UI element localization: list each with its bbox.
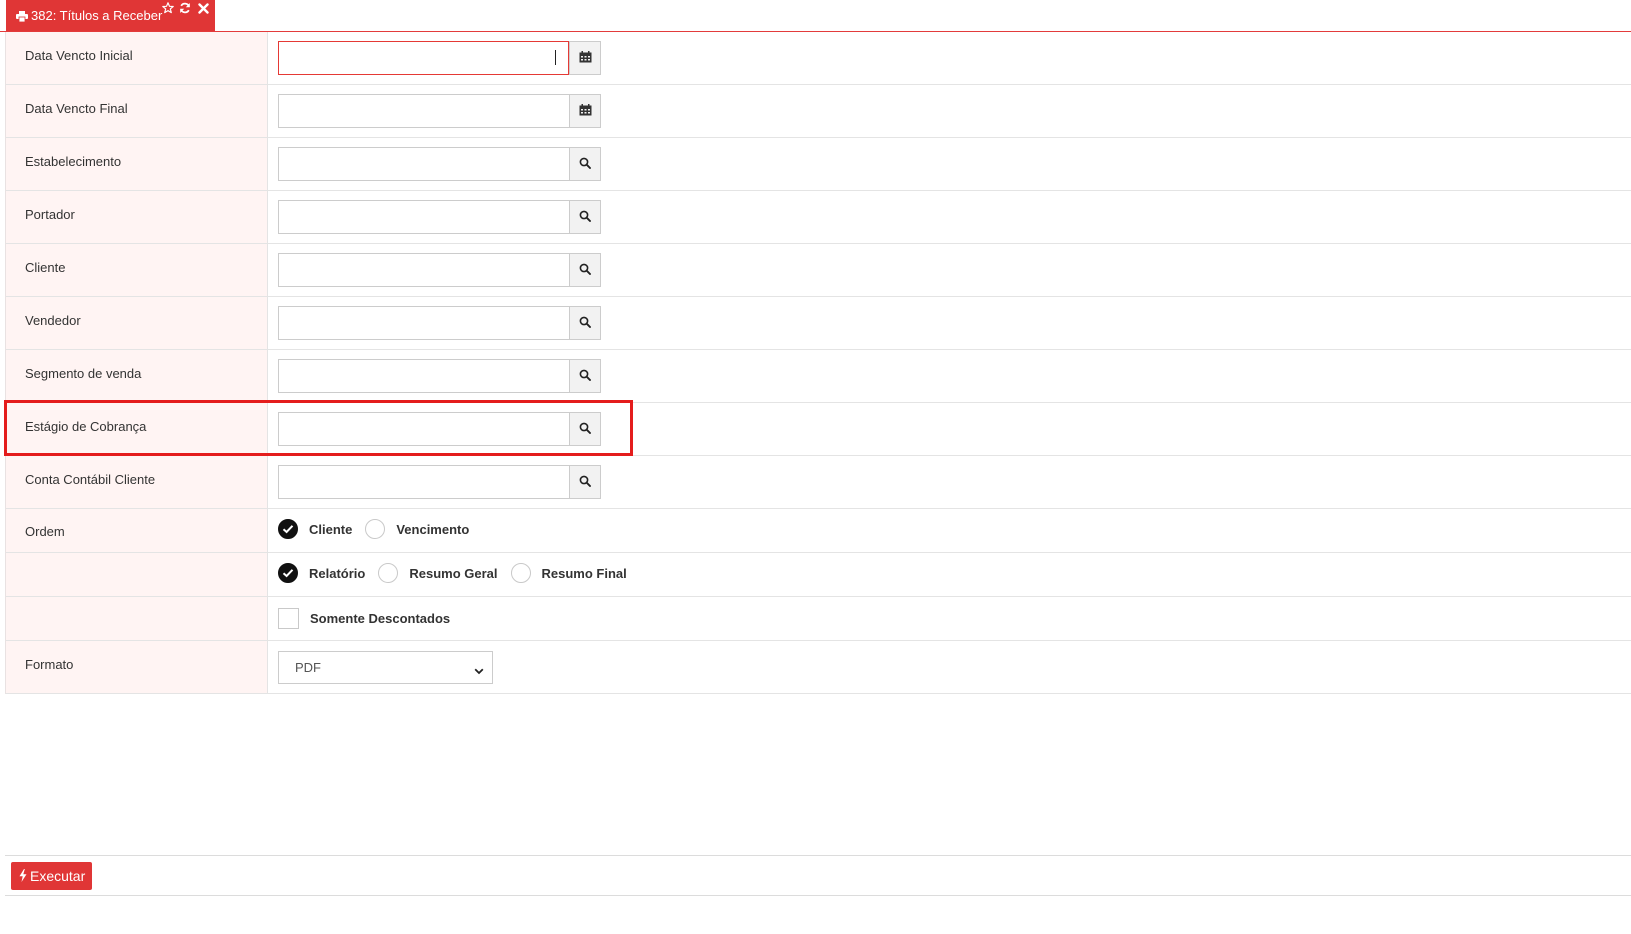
row-portador: Portador bbox=[6, 191, 1631, 244]
calendar-icon bbox=[579, 103, 592, 119]
search-button[interactable] bbox=[569, 465, 601, 499]
radio-relatorio[interactable] bbox=[278, 563, 298, 583]
tipo-radio-group: Relatório Resumo Geral Resumo Final bbox=[278, 562, 640, 584]
chevron-down-icon bbox=[474, 663, 484, 678]
row-cliente: Cliente bbox=[6, 244, 1631, 297]
radio-resumo-geral[interactable] bbox=[378, 563, 399, 583]
formato-selected-value: PDF bbox=[295, 660, 321, 675]
executar-button[interactable]: Executar bbox=[11, 862, 92, 890]
search-button[interactable] bbox=[569, 200, 601, 234]
portador-input[interactable] bbox=[278, 200, 569, 234]
search-icon bbox=[579, 157, 591, 172]
tab-bar: 382: Títulos a Receber bbox=[0, 0, 1631, 32]
ordem-label: Ordem bbox=[25, 524, 65, 539]
formato-select[interactable]: PDF bbox=[278, 651, 493, 684]
field-label: Conta Contábil Cliente bbox=[25, 472, 156, 487]
search-icon bbox=[579, 263, 591, 278]
calendar-button[interactable] bbox=[569, 94, 601, 128]
radio-relatorio-label[interactable]: Relatório bbox=[309, 566, 365, 581]
radio-resumo-final[interactable] bbox=[510, 563, 531, 583]
vendedor-input[interactable] bbox=[278, 306, 569, 340]
refresh-icon[interactable] bbox=[178, 1, 192, 15]
ordem-radio-group: Cliente Vencimento bbox=[278, 518, 482, 540]
bolt-icon bbox=[19, 869, 27, 885]
calendar-icon bbox=[579, 50, 592, 66]
row-formato: Formato PDF bbox=[6, 641, 1631, 694]
row-estabelecimento: Estabelecimento bbox=[6, 138, 1631, 191]
radio-resumo-final-label[interactable]: Resumo Final bbox=[542, 566, 627, 581]
segmento-de-venda-input[interactable] bbox=[278, 359, 569, 393]
field-label: Estabelecimento bbox=[25, 154, 122, 169]
field-label: Vendedor bbox=[25, 313, 81, 328]
row-segmento-de-venda: Segmento de venda bbox=[6, 350, 1631, 403]
search-icon bbox=[579, 369, 591, 384]
tab-titulos-a-receber[interactable]: 382: Títulos a Receber bbox=[6, 0, 215, 31]
search-icon bbox=[579, 316, 591, 331]
row-conta-contabil-cliente: Conta Contábil Cliente bbox=[6, 456, 1631, 509]
row-data-vencto-inicial: Data Vencto Inicial bbox=[6, 32, 1631, 85]
search-icon bbox=[579, 475, 591, 490]
search-icon bbox=[579, 210, 591, 225]
highlight-box bbox=[4, 400, 633, 456]
data-vencto-inicial-group bbox=[278, 41, 601, 75]
search-button[interactable] bbox=[569, 253, 601, 287]
search-button[interactable] bbox=[569, 359, 601, 393]
row-vendedor: Vendedor bbox=[6, 297, 1631, 350]
row-data-vencto-final: Data Vencto Final bbox=[6, 85, 1631, 138]
search-button[interactable] bbox=[569, 147, 601, 181]
print-icon bbox=[16, 10, 28, 25]
radio-ordem-vencimento[interactable] bbox=[365, 519, 386, 539]
filter-form: Data Vencto Inicial Data Vencto Final Es… bbox=[5, 32, 1631, 694]
radio-ordem-cliente-label[interactable]: Cliente bbox=[309, 522, 352, 537]
field-label: Portador bbox=[25, 207, 75, 222]
somente-descontados-label[interactable]: Somente Descontados bbox=[310, 611, 450, 626]
row-somente-descontados: Somente Descontados bbox=[6, 597, 1631, 641]
star-icon[interactable] bbox=[161, 1, 175, 15]
footer-bar: Executar bbox=[5, 855, 1631, 896]
text-caret bbox=[555, 50, 556, 65]
cliente-input[interactable] bbox=[278, 253, 569, 287]
field-label: Segmento de venda bbox=[25, 366, 142, 381]
calendar-button[interactable] bbox=[569, 41, 601, 75]
formato-label: Formato bbox=[25, 657, 74, 672]
executar-label: Executar bbox=[30, 868, 86, 884]
field-label: Data Vencto Inicial bbox=[25, 48, 133, 63]
field-label: Cliente bbox=[25, 260, 66, 275]
conta-contabil-cliente-input[interactable] bbox=[278, 465, 569, 499]
field-label: Data Vencto Final bbox=[25, 101, 128, 116]
row-ordem: Ordem Cliente Vencimento bbox=[6, 509, 1631, 553]
close-icon[interactable] bbox=[196, 1, 210, 15]
estabelecimento-input[interactable] bbox=[278, 147, 569, 181]
search-button[interactable] bbox=[569, 306, 601, 340]
radio-resumo-geral-label[interactable]: Resumo Geral bbox=[409, 566, 497, 581]
data-vencto-final-input[interactable] bbox=[278, 94, 569, 128]
radio-ordem-cliente[interactable] bbox=[278, 519, 298, 539]
somente-descontados-checkbox[interactable] bbox=[278, 607, 299, 629]
tab-title: 382: Títulos a Receber bbox=[31, 8, 163, 23]
row-tipo-relatorio: Relatório Resumo Geral Resumo Final bbox=[6, 553, 1631, 597]
radio-ordem-vencimento-label[interactable]: Vencimento bbox=[396, 522, 469, 537]
data-vencto-inicial-input[interactable] bbox=[278, 41, 569, 75]
